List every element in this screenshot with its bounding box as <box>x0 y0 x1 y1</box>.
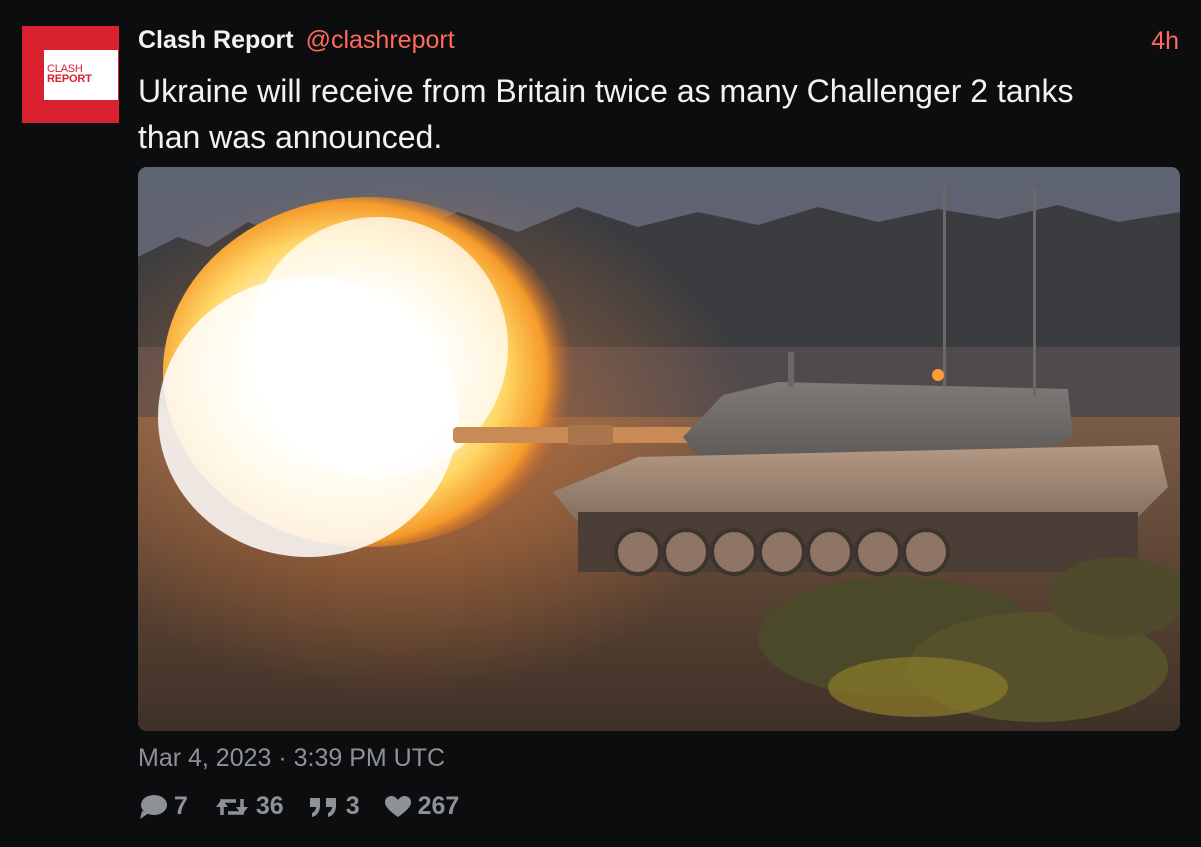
retweets-stat[interactable]: 36 <box>214 792 284 821</box>
retweet-icon <box>215 798 248 815</box>
time-ago-link[interactable]: 4h <box>1151 27 1179 56</box>
tweet-text: Ukraine will receive from Britain twice … <box>138 73 1074 155</box>
avatar[interactable]: CLASH REPORT <box>22 26 119 123</box>
tweet-timestamp[interactable]: Mar 4, 2023 · 3:39 PM UTC <box>138 744 445 773</box>
tweet-header: Clash Report @clashreport <box>138 26 455 56</box>
tweet-media-image[interactable] <box>138 167 1180 731</box>
comments-stat[interactable]: 7 <box>138 792 188 821</box>
comments-count: 7 <box>174 792 188 820</box>
tweet-stats: 7 36 3 267 <box>138 792 481 821</box>
likes-stat[interactable]: 267 <box>384 792 460 821</box>
heart-icon <box>384 795 411 817</box>
comment-icon <box>140 794 167 819</box>
user-handle[interactable]: @clashreport <box>306 26 455 55</box>
quote-icon <box>309 797 336 817</box>
likes-count: 267 <box>417 792 460 820</box>
retweets-count: 36 <box>255 792 284 820</box>
quotes-count: 3 <box>345 792 360 820</box>
tweet-card: CLASH REPORT Clash Report @clashreport 4… <box>0 0 1201 847</box>
tank-firing-photo-icon <box>138 167 1180 731</box>
quotes-stat[interactable]: 3 <box>308 792 360 821</box>
avatar-logo-text: CLASH REPORT <box>47 63 92 85</box>
display-name[interactable]: Clash Report <box>138 26 294 55</box>
